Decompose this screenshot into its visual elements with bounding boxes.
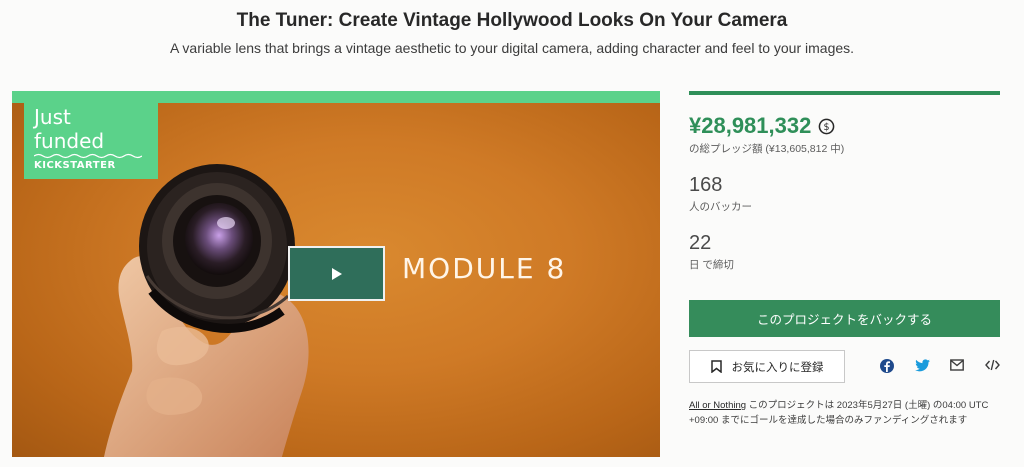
play-button[interactable] [288, 246, 385, 301]
video-player[interactable]: Just funded KICKSTARTER MODULE 8 [12, 91, 660, 457]
mail-icon[interactable] [950, 359, 964, 371]
backers-count: 168 [689, 174, 723, 196]
funding-stats: ¥28,981,332 $ の総プレッジ額 (¥13,605,812 中) 16… [689, 91, 1000, 272]
kickstarter-logo: KICKSTARTER [34, 160, 116, 171]
badge-line-just: Just [34, 105, 71, 129]
twitter-icon[interactable] [915, 359, 930, 372]
all-or-nothing-link[interactable]: All or Nothing [689, 400, 746, 411]
svg-text:$: $ [824, 121, 830, 132]
page-title: The Tuner: Create Vintage Hollywood Look… [236, 10, 788, 31]
funding-progress-bar [689, 91, 1000, 95]
page-subtitle: A variable lens that brings a vintage ae… [169, 40, 855, 56]
days-label: 日 で締切 [689, 259, 734, 271]
pledged-label: の総プレッジ額 (¥13,605,812 中) [689, 143, 845, 155]
days-remaining: 22 [689, 232, 712, 254]
facebook-icon[interactable] [880, 359, 894, 373]
module8-logo: MODULE 8 [402, 252, 567, 285]
backers-label: 人のバッカー [689, 201, 752, 213]
wave-decoration [34, 153, 142, 159]
pledged-amount: ¥28,981,332 [689, 113, 812, 138]
remind-me-label: お気に入りに登録 [731, 361, 824, 374]
embed-icon[interactable] [985, 359, 1000, 371]
currency-conversion-icon[interactable]: $ [818, 118, 835, 135]
funding-note: All or Nothing このプロジェクトは 2023年5月27日 (土曜)… [689, 398, 1004, 428]
play-icon [331, 267, 342, 280]
back-project-button[interactable]: このプロジェクトをバックする [689, 300, 1000, 337]
remind-me-button[interactable]: お気に入りに登録 [689, 350, 845, 383]
badge-line-funded: funded [34, 129, 105, 153]
bookmark-icon [710, 360, 722, 373]
just-funded-badge: Just funded KICKSTARTER [24, 103, 158, 179]
